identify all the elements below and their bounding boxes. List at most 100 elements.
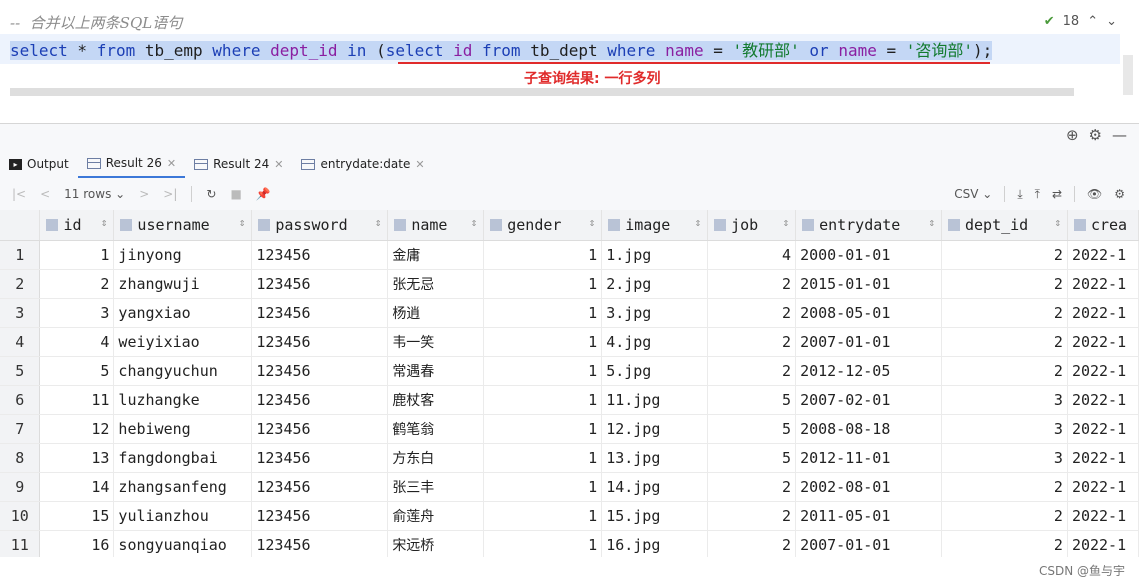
cell-password[interactable]: 123456: [251, 298, 389, 328]
column-header-create-time[interactable]: crea: [1067, 210, 1139, 241]
cell-password[interactable]: 123456: [251, 240, 389, 270]
close-icon[interactable]: ✕: [167, 157, 176, 170]
cell-id[interactable]: 5: [39, 356, 115, 386]
cell-entrydate[interactable]: 2002-08-01: [795, 472, 942, 502]
cell-name[interactable]: 俞莲舟: [387, 501, 485, 531]
cell-gender[interactable]: 1: [483, 327, 603, 357]
cell-id[interactable]: 15: [39, 501, 115, 531]
cell-create-time[interactable]: 2022-1: [1067, 414, 1139, 444]
row-number[interactable]: 5: [0, 356, 41, 386]
compare-icon[interactable]: ⇄: [1052, 187, 1062, 201]
row-number[interactable]: 4: [0, 327, 41, 357]
cell-entrydate[interactable]: 2012-11-01: [795, 443, 942, 473]
view-icon[interactable]: 👁: [1087, 187, 1102, 201]
cell-username[interactable]: zhangwuji: [113, 269, 253, 299]
cell-username[interactable]: jinyong: [113, 240, 253, 270]
sort-icon[interactable]: ⇕: [1054, 216, 1061, 229]
sort-icon[interactable]: ⇕: [589, 216, 596, 229]
pin-icon[interactable]: 📌: [256, 187, 271, 201]
rows-count-dropdown[interactable]: 11 rows ⌄: [64, 187, 125, 201]
cell-password[interactable]: 123456: [251, 327, 389, 357]
settings-icon[interactable]: ⚙: [1114, 187, 1125, 201]
sort-icon[interactable]: ⇕: [471, 216, 478, 229]
cell-id[interactable]: 14: [39, 472, 115, 502]
cell-entrydate[interactable]: 2007-01-01: [795, 327, 942, 357]
cell-job[interactable]: 4: [707, 240, 797, 270]
table-row[interactable]: 11 16 songyuanqiao 123456 宋远桥 1 16.jpg 2 2007-01…: [0, 530, 1139, 557]
cell-username[interactable]: hebiweng: [113, 414, 253, 444]
cell-password[interactable]: 123456: [251, 269, 389, 299]
download-icon[interactable]: ⤓: [1017, 187, 1022, 202]
gear-icon[interactable]: ⚙: [1089, 126, 1102, 144]
last-page-icon[interactable]: >|: [163, 187, 177, 201]
cell-image[interactable]: 4.jpg: [601, 327, 709, 357]
chevron-up-icon[interactable]: ⌃: [1087, 14, 1098, 29]
cell-image[interactable]: 13.jpg: [601, 443, 709, 473]
tab-result-24[interactable]: Result 24 ✕: [185, 150, 292, 178]
cell-name[interactable]: 张无忌: [387, 269, 485, 299]
cell-gender[interactable]: 1: [483, 530, 603, 557]
cell-id[interactable]: 11: [39, 385, 115, 415]
cell-create-time[interactable]: 2022-1: [1067, 356, 1139, 386]
cell-dept-id[interactable]: 2: [941, 530, 1068, 557]
cell-image[interactable]: 15.jpg: [601, 501, 709, 531]
next-page-icon[interactable]: >: [139, 187, 149, 201]
cell-dept-id[interactable]: 3: [941, 414, 1068, 444]
row-number[interactable]: 7: [0, 414, 41, 444]
cell-username[interactable]: yulianzhou: [113, 501, 253, 531]
sql-editor[interactable]: -- 合并以上两条SQL语句 ✔ 18 ⌃ ⌄ select * from tb…: [0, 0, 1139, 124]
table-row[interactable]: 5 5 changyuchun 123456 常遇春 1 5.jpg 2 2012-12-05 2…: [0, 356, 1139, 386]
cell-create-time[interactable]: 2022-1: [1067, 472, 1139, 502]
cell-dept-id[interactable]: 3: [941, 385, 1068, 415]
column-header-dept-id[interactable]: dept_id ⇕: [941, 210, 1068, 241]
table-row[interactable]: 2 2 zhangwuji 123456 张无忌 1 2.jpg 2 2015-01-01 2 20…: [0, 269, 1139, 299]
cell-create-time[interactable]: 2022-1: [1067, 269, 1139, 299]
table-row[interactable]: 8 13 fangdongbai 123456 方东白 1 13.jpg 5 2012-11-0…: [0, 443, 1139, 473]
cell-gender[interactable]: 1: [483, 414, 603, 444]
table-row[interactable]: 7 12 hebiweng 123456 鹤笔翁 1 12.jpg 5 2008-08-18 3 2…: [0, 414, 1139, 444]
cell-password[interactable]: 123456: [251, 356, 389, 386]
cell-job[interactable]: 2: [707, 530, 797, 557]
cell-create-time[interactable]: 2022-1: [1067, 327, 1139, 357]
column-header-entrydate[interactable]: entrydate ⇕: [795, 210, 942, 241]
sort-icon[interactable]: ⇕: [782, 216, 789, 229]
row-number[interactable]: 8: [0, 443, 41, 473]
cell-image[interactable]: 14.jpg: [601, 472, 709, 502]
cell-name[interactable]: 鹤笔翁: [387, 414, 485, 444]
sort-icon[interactable]: ⇕: [695, 216, 702, 229]
cell-create-time[interactable]: 2022-1: [1067, 443, 1139, 473]
cell-create-time[interactable]: 2022-1: [1067, 501, 1139, 531]
table-row[interactable]: 1 1 jinyong 123456 金庸 1 1.jpg 4 2000-01-01 2 2022-…: [0, 240, 1139, 270]
cell-job[interactable]: 5: [707, 385, 797, 415]
stop-icon[interactable]: ■: [230, 187, 241, 201]
cell-id[interactable]: 1: [39, 240, 115, 270]
vertical-scrollbar[interactable]: [1123, 55, 1133, 95]
cell-dept-id[interactable]: 3: [941, 443, 1068, 473]
cell-name[interactable]: 宋远桥: [387, 530, 485, 557]
cell-job[interactable]: 2: [707, 269, 797, 299]
cell-dept-id[interactable]: 2: [941, 356, 1068, 386]
refresh-icon[interactable]: ↻: [206, 187, 216, 201]
cell-entrydate[interactable]: 2015-01-01: [795, 269, 942, 299]
results-grid[interactable]: id ⇕ username ⇕ password ⇕ name ⇕ gender ⇕ im…: [0, 210, 1139, 557]
table-row[interactable]: 6 11 luzhangke 123456 鹿杖客 1 11.jpg 5 2007-02-01 3…: [0, 385, 1139, 415]
cell-job[interactable]: 2: [707, 298, 797, 328]
sql-statement[interactable]: select * from tb_emp where dept_id in (s…: [10, 40, 993, 62]
table-row[interactable]: 9 14 zhangsanfeng 123456 张三丰 1 14.jpg 2 2002-08-…: [0, 472, 1139, 502]
cell-password[interactable]: 123456: [251, 472, 389, 502]
cell-name[interactable]: 常遇春: [387, 356, 485, 386]
cell-password[interactable]: 123456: [251, 385, 389, 415]
column-header-id[interactable]: id ⇕: [39, 210, 115, 241]
cell-job[interactable]: 5: [707, 443, 797, 473]
row-number[interactable]: 10: [0, 501, 41, 531]
cell-username[interactable]: luzhangke: [113, 385, 253, 415]
cell-entrydate[interactable]: 2007-01-01: [795, 530, 942, 557]
cell-id[interactable]: 3: [39, 298, 115, 328]
previous-page-icon[interactable]: <: [40, 187, 50, 201]
tab-output[interactable]: ▸ Output: [0, 150, 78, 178]
cell-username[interactable]: changyuchun: [113, 356, 253, 386]
first-page-icon[interactable]: |<: [12, 187, 26, 201]
cell-username[interactable]: fangdongbai: [113, 443, 253, 473]
table-row[interactable]: 3 3 yangxiao 123456 杨逍 1 3.jpg 2 2008-05-01 2 2022…: [0, 298, 1139, 328]
cell-dept-id[interactable]: 2: [941, 269, 1068, 299]
